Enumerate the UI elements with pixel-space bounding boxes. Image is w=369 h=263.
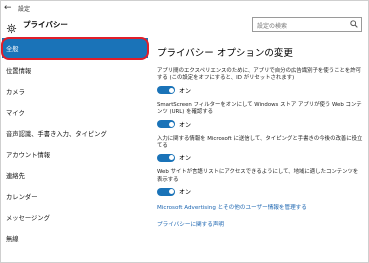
sidebar-item-location[interactable]: 位置情報	[0, 60, 150, 81]
sidebar-item-label: カレンダー	[6, 194, 38, 201]
toggle-switch[interactable]	[157, 153, 175, 162]
sidebar-item-contacts[interactable]: 連絡先	[0, 165, 150, 186]
page-title: プライバシー	[23, 19, 68, 29]
option-smartscreen: SmartScreen フィルターをオンにして Windows ストア アプリが…	[157, 102, 363, 130]
option-description: Web サイトが言語リストにアクセスできるようにして、地域に適したコンテンツを表…	[157, 169, 359, 183]
sidebar-item-label: メッセージング	[6, 215, 50, 222]
settings-search-input[interactable]: 設定の検索	[252, 17, 362, 32]
toggle-knob	[168, 155, 174, 161]
sidebar-item-calendar[interactable]: カレンダー	[0, 186, 150, 207]
title-bar: ← 設定	[4, 2, 30, 14]
toggle-knob	[168, 87, 174, 93]
selection-highlight	[1, 37, 149, 60]
option-advertising-id: アプリ間のエクスペリエンスのために、アプリで自分の広告識別子を使うことを許可する…	[157, 68, 363, 96]
sidebar-item-camera[interactable]: カメラ	[0, 81, 150, 102]
toggle-switch[interactable]	[157, 187, 175, 196]
option-description: アプリ間のエクスペリエンスのために、アプリで自分の広告識別子を使うことを許可する…	[157, 68, 362, 82]
sidebar-list: 位置情報 カメラ マイク 音声認識、手書き入力、タイピング アカウント情報 連絡…	[0, 60, 150, 249]
option-description: SmartScreen フィルターをオンにして Windows ストア アプリが…	[157, 101, 362, 116]
sidebar-item-label: カメラ	[6, 89, 25, 96]
page-header: プライバシー	[6, 17, 68, 33]
sidebar-item-label: アカウント情報	[6, 152, 51, 159]
toggle-switch[interactable]	[157, 86, 175, 95]
option-typing-info: 入力に関する情報を Microsoft に送信して、タイピングと手書きの今後の改…	[157, 136, 363, 164]
search-icon[interactable]	[350, 20, 358, 28]
manage-advertising-link[interactable]: Microsoft Advertising とその他のユーザー情報を管理する	[157, 203, 363, 211]
sidebar-item-messaging[interactable]: メッセージング	[0, 207, 150, 228]
toggle-state-label: オン	[179, 87, 192, 95]
window-title: 設定	[18, 5, 31, 13]
sidebar-item-label: 連絡先	[6, 173, 25, 180]
sidebar-item-label: 無線	[6, 236, 19, 243]
toggle-knob	[168, 189, 174, 195]
toggle-state-label: オン	[179, 189, 192, 197]
sidebar-item-radios[interactable]: 無線	[0, 228, 150, 249]
sidebar-item-label: 位置情報	[6, 68, 32, 75]
main-panel: プライバシー オプションの変更 アプリ間のエクスペリエンスのために、アプリで自分…	[157, 38, 363, 228]
sidebar-item-microphone[interactable]: マイク	[0, 102, 150, 123]
toggle-switch[interactable]	[157, 120, 175, 129]
toggle-knob	[168, 121, 174, 127]
privacy-statement-link[interactable]: プライバシーに関する声明	[157, 220, 363, 228]
section-heading: プライバシー オプションの変更	[157, 48, 293, 59]
search-placeholder: 設定の検索	[257, 23, 288, 30]
sidebar-item-label: マイク	[6, 110, 25, 117]
toggle-state-label: オン	[179, 155, 192, 163]
toggle-state-label: オン	[179, 121, 192, 129]
sidebar-item-account-info[interactable]: アカウント情報	[0, 144, 150, 165]
gear-icon	[6, 19, 17, 33]
option-description: 入力に関する情報を Microsoft に送信して、タイピングと手書きの今後の改…	[157, 135, 363, 150]
back-arrow-icon[interactable]: ←	[4, 3, 18, 13]
sidebar-item-speech[interactable]: 音声認識、手書き入力、タイピング	[0, 123, 150, 144]
option-language-list: Web サイトが言語リストにアクセスできるようにして、地域に適したコンテンツを表…	[157, 169, 363, 197]
sidebar-item-label: 音声認識、手書き入力、タイピング	[6, 131, 107, 138]
